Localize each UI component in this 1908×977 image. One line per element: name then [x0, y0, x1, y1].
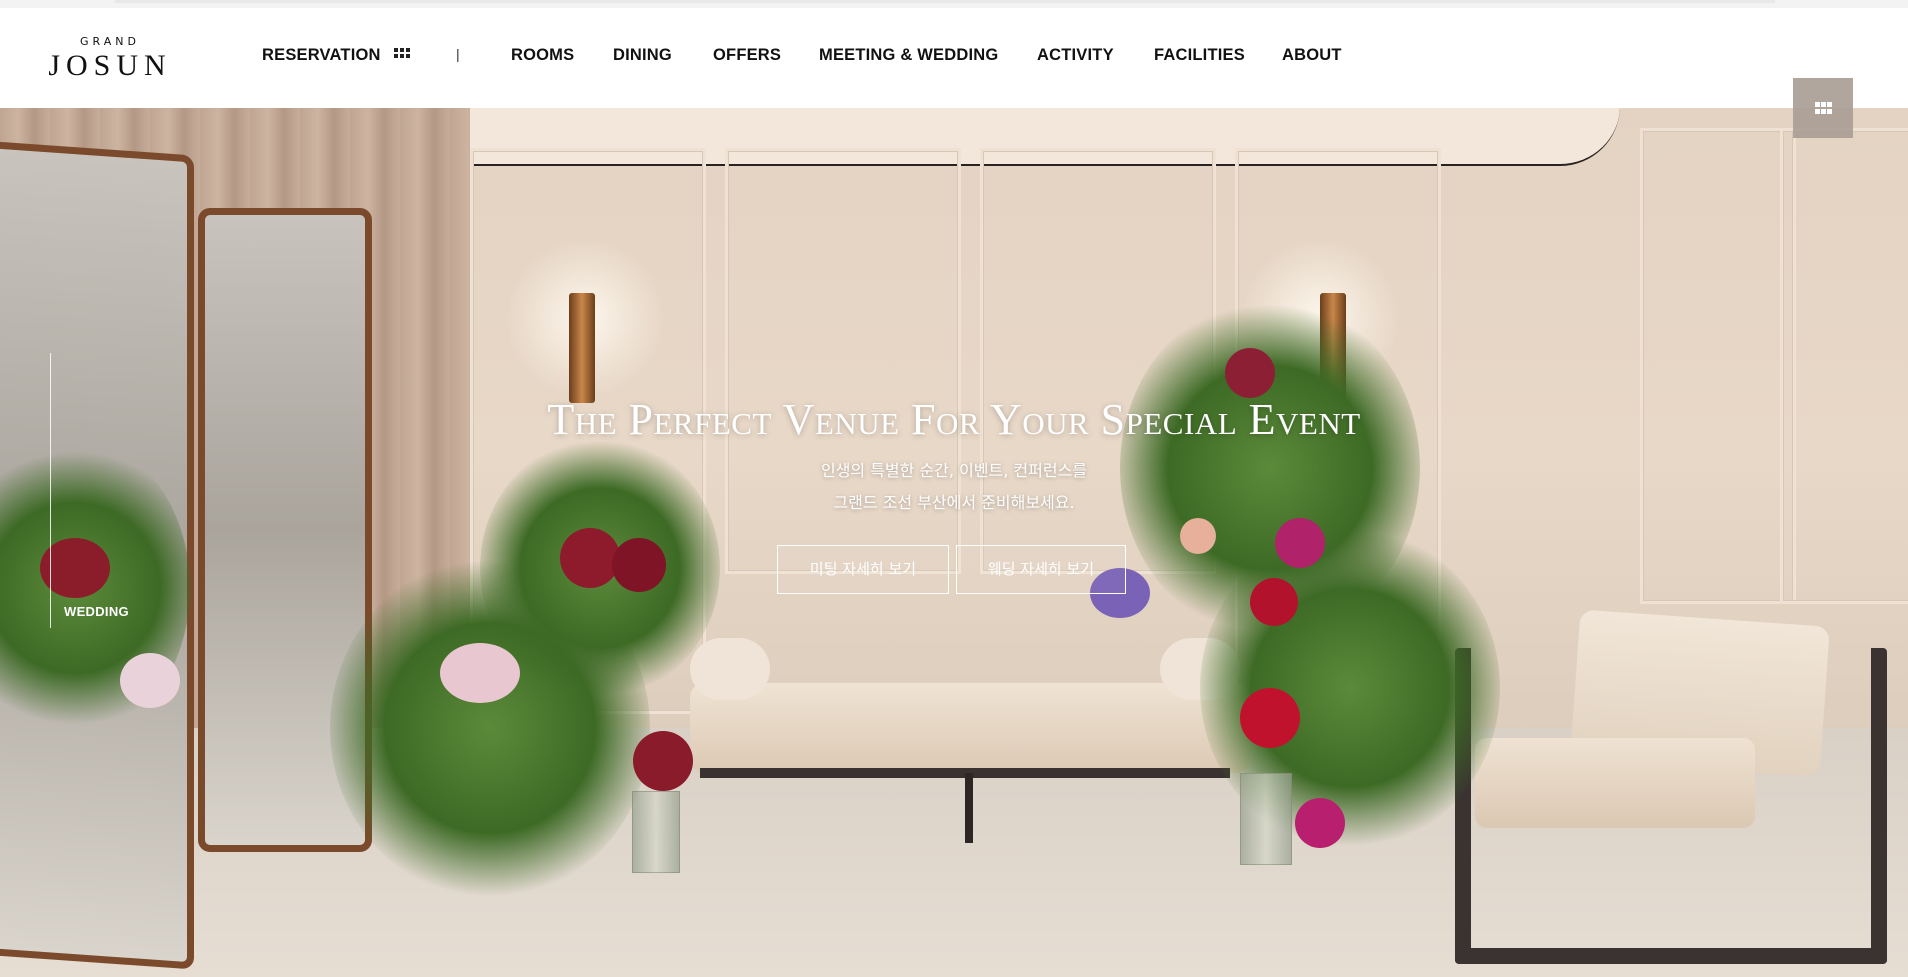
wedding-details-button[interactable]: 웨딩 자세히 보기 — [956, 545, 1126, 594]
nav-rooms[interactable]: ROOMS — [511, 46, 574, 65]
flower — [612, 538, 666, 592]
armchair-frame — [1455, 648, 1887, 964]
nav-reservation-label: RESERVATION — [262, 46, 381, 64]
nav-offers[interactable]: OFFERS — [713, 46, 781, 65]
hero-subtitle-line2: 그랜드 조선 부산에서 준비해보세요. — [833, 493, 1075, 512]
wall-panel — [1780, 128, 1908, 604]
wall-panel — [1640, 128, 1796, 604]
side-label-wedding[interactable]: WEDDING — [64, 604, 129, 619]
flower — [633, 731, 693, 791]
hero-title: The Perfect Venue For Your Special Event — [547, 395, 1361, 444]
grid-menu-button[interactable] — [1793, 78, 1853, 138]
grid-icon — [394, 48, 411, 59]
flower — [440, 643, 520, 703]
nav-facilities[interactable]: FACILITIES — [1154, 46, 1245, 65]
grand-josun-logo[interactable]: GRAND JOSUN — [48, 36, 172, 82]
hero-banner: The Perfect Venue For Your Special Event… — [0, 108, 1908, 977]
flower — [1180, 518, 1216, 554]
flower — [560, 528, 620, 588]
top-strip-bar — [115, 0, 1775, 3]
bench — [690, 683, 1250, 773]
glass-vase — [1240, 773, 1292, 865]
bench-pillow — [690, 638, 770, 700]
nav-dining[interactable]: DINING — [613, 46, 672, 65]
nav-activity[interactable]: ACTIVITY — [1037, 46, 1114, 65]
hero-subtitle-line1: 인생의 특별한 순간, 이벤트, 컨퍼런스를 — [820, 461, 1088, 480]
bench-leg — [965, 773, 973, 843]
logo-small-text: GRAND — [80, 35, 140, 48]
flower — [1250, 578, 1298, 626]
nav-separator: | — [456, 46, 460, 62]
nav-meeting-wedding[interactable]: MEETING & WEDDING — [819, 46, 998, 65]
flower — [1240, 688, 1300, 748]
site-header: GRAND JOSUN RESERVATION | ROOMS DINING O… — [0, 8, 1908, 108]
glass-vase — [632, 791, 680, 873]
flower — [1295, 798, 1345, 848]
meeting-details-button[interactable]: 미팅 자세히 보기 — [777, 545, 949, 594]
flower — [120, 653, 180, 708]
flower — [1225, 348, 1275, 398]
side-progress-line — [50, 353, 51, 628]
wall-sconce — [569, 293, 595, 403]
flower — [1275, 518, 1325, 568]
nav-about[interactable]: ABOUT — [1282, 46, 1342, 65]
logo-big-text: JOSUN — [48, 49, 172, 82]
nav-reservation[interactable]: RESERVATION — [262, 46, 411, 65]
